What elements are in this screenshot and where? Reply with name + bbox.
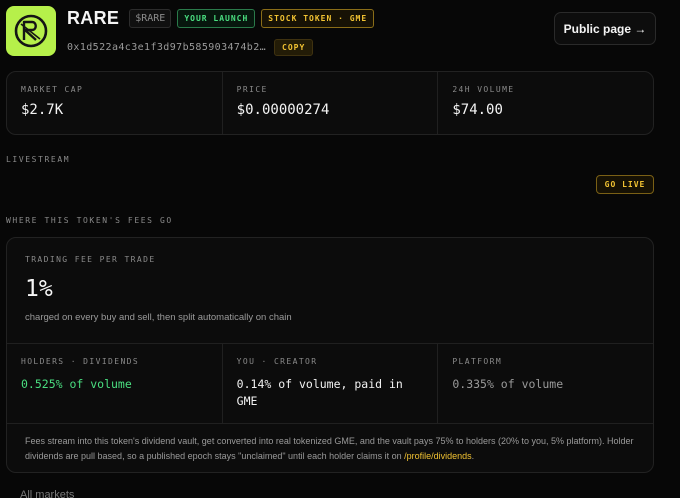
token-header: RARE $RARE YOUR LAUNCH STOCK TOKEN · GME… xyxy=(6,6,656,56)
your-launch-badge: YOUR LAUNCH xyxy=(177,9,256,28)
split-label: YOU · CREATOR xyxy=(236,357,318,366)
split-holders: HOLDERS · DIVIDENDS 0.525% of volume xyxy=(7,344,223,423)
stat-price: PRICE $0.00000274 xyxy=(223,72,439,134)
fees-note-end: . xyxy=(471,451,475,461)
stat-label: MARKET CAP xyxy=(21,85,84,94)
trading-fee-panel: TRADING FEE PER TRADE 1% charged on ever… xyxy=(7,238,653,344)
fee-splits: HOLDERS · DIVIDENDS 0.525% of volume YOU… xyxy=(7,344,653,424)
public-page-button[interactable]: Public page → xyxy=(554,12,656,45)
go-live-button[interactable]: GO LIVE xyxy=(596,175,654,194)
fees-section-label: WHERE THIS TOKEN'S FEES GO xyxy=(6,216,173,225)
token-name: RARE xyxy=(67,8,120,28)
copy-address-button[interactable]: COPY xyxy=(274,39,314,56)
split-value: 0.335% of volume xyxy=(452,377,564,391)
split-label: PLATFORM xyxy=(452,357,503,366)
stat-label: 24H VOLUME xyxy=(452,85,515,94)
ticker-badge: $RARE xyxy=(129,9,172,28)
split-value: 0.525% of volume xyxy=(21,377,132,391)
stats-card: MARKET CAP $2.7K PRICE $0.00000274 24H V… xyxy=(6,71,654,135)
trading-fee-value: 1% xyxy=(25,276,53,302)
fees-note-text: Fees stream into this token's dividend v… xyxy=(25,436,634,461)
stat-24h-volume: 24H VOLUME $74.00 xyxy=(438,72,653,134)
split-value: 0.14% of volume, paid in GME xyxy=(236,377,403,408)
profile-dividends-link[interactable]: /profile/dividends xyxy=(404,451,472,461)
stat-market-cap: MARKET CAP $2.7K xyxy=(7,72,223,134)
stock-token-badge: STOCK TOKEN · GME xyxy=(261,9,375,28)
split-label: HOLDERS · DIVIDENDS xyxy=(21,357,140,366)
stat-value: $0.00000274 xyxy=(236,102,330,118)
stat-value: $2.7K xyxy=(21,102,64,118)
livestream-section-label: LIVESTREAM xyxy=(6,155,71,164)
address-row: 0x1d522a4c3e1f3d97b585903474b2… COPY xyxy=(67,39,314,56)
trading-fee-description: charged on every buy and sell, then spli… xyxy=(25,312,292,323)
footer-partial-text: All markets xyxy=(20,489,75,498)
contract-address: 0x1d522a4c3e1f3d97b585903474b2… xyxy=(67,42,267,53)
stat-label: PRICE xyxy=(236,85,268,94)
stat-value: $74.00 xyxy=(452,102,503,118)
trading-fee-label: TRADING FEE PER TRADE xyxy=(25,255,156,264)
token-logo-icon xyxy=(6,6,56,56)
fees-note: Fees stream into this token's dividend v… xyxy=(7,424,653,472)
title-row: RARE $RARE YOUR LAUNCH STOCK TOKEN · GME xyxy=(67,8,375,29)
fees-card: TRADING FEE PER TRADE 1% charged on ever… xyxy=(6,237,654,473)
split-platform: PLATFORM 0.335% of volume xyxy=(438,344,653,423)
split-creator: YOU · CREATOR 0.14% of volume, paid in G… xyxy=(223,344,439,423)
